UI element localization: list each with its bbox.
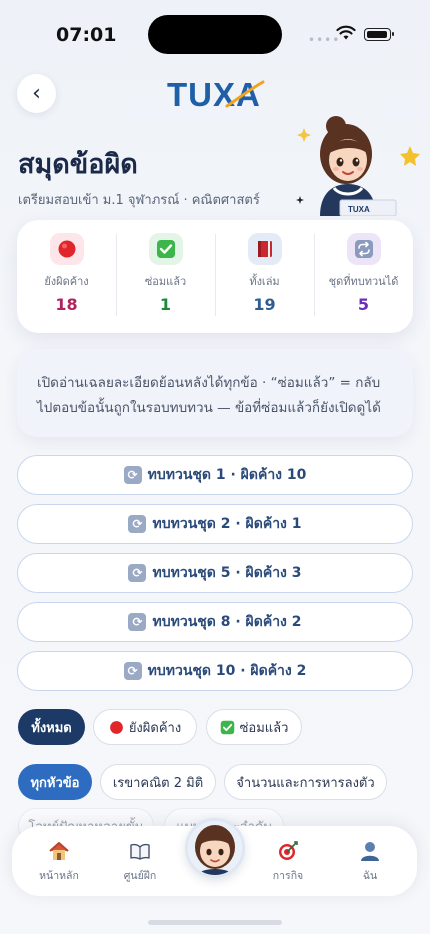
- open-book-icon: [130, 843, 150, 860]
- filter-chip-all[interactable]: ทั้งหมด: [18, 709, 85, 745]
- red-circle-icon: [109, 720, 124, 735]
- stat-label: ทั้งเล่ม: [249, 275, 280, 288]
- info-text: เปิดอ่านเฉลยละเอียดย้อนหลังได้ทุกข้อ · “…: [37, 375, 381, 416]
- star-icon: [400, 146, 420, 166]
- back-button[interactable]: ‹: [17, 74, 56, 113]
- repeat-icon: ⟳: [123, 662, 142, 680]
- book-icon: [247, 233, 282, 265]
- battery-icon: [364, 28, 394, 41]
- target-icon: [279, 841, 298, 860]
- stat-fixed: ซ่อมแล้ว 1: [116, 220, 215, 333]
- topic-chip-all[interactable]: ทุกหัวข้อ: [18, 764, 92, 800]
- stat-value: 18: [55, 295, 78, 314]
- review-set-button[interactable]: ⟳ ทบทวนชุด 8 · ผิดค้าง 2: [17, 602, 413, 642]
- nav-item-home[interactable]: หน้าหลัก: [29, 840, 89, 884]
- nav-item-me[interactable]: ฉัน: [340, 840, 400, 884]
- review-set-label: ทบทวนชุด 2 · ผิดค้าง 1: [152, 516, 302, 532]
- wifi-icon: [336, 25, 356, 40]
- sparkle-small-icon: [296, 196, 304, 204]
- topic-chip-divisibility[interactable]: จำนวนและการหารลงตัว: [224, 764, 387, 800]
- mascot-avatar-button[interactable]: [185, 818, 245, 878]
- review-set-label: ทบทวนชุด 1 · ผิดค้าง 10: [147, 467, 307, 483]
- repeat-icon: [346, 233, 381, 265]
- mascot-illustration: TUXA: [296, 116, 420, 216]
- stat-label: ซ่อมแล้ว: [144, 275, 187, 288]
- status-time: 07:01: [56, 24, 117, 46]
- stat-unresolved: ยังผิดค้าง 18: [17, 220, 116, 333]
- sparkle-icon: [297, 128, 311, 142]
- red-circle-icon: [49, 233, 84, 265]
- check-box-icon: [220, 720, 235, 735]
- mascot-book-label: TUXA: [348, 205, 370, 214]
- logo-swoosh-icon: [225, 80, 265, 108]
- house-icon: [49, 842, 69, 860]
- avatar: [188, 821, 242, 875]
- repeat-icon: ⟳: [128, 515, 147, 533]
- stat-total: ทั้งเล่ม 19: [215, 220, 314, 333]
- review-set-label: ทบทวนชุด 10 · ผิดค้าง 2: [147, 663, 307, 679]
- chevron-left-icon: ‹: [32, 81, 41, 106]
- review-set-button[interactable]: ⟳ ทบทวนชุด 2 · ผิดค้าง 1: [17, 504, 413, 544]
- nav-item-missions[interactable]: การกิจ: [258, 840, 318, 884]
- status-bar: 07:01 ••••: [0, 0, 430, 62]
- repeat-icon: ⟳: [128, 613, 147, 631]
- check-box-icon: [148, 233, 183, 265]
- review-set-button[interactable]: ⟳ ทบทวนชุด 5 · ผิดค้าง 3: [17, 553, 413, 593]
- stats-card: ยังผิดค้าง 18 ซ่อมแล้ว 1 ทั้งเล่ม 19 ชุด…: [17, 220, 413, 333]
- review-set-label: ทบทวนชุด 5 · ผิดค้าง 3: [152, 565, 302, 581]
- nav-item-practice[interactable]: ศูนย์ฝึก: [110, 840, 170, 884]
- filter-chip-unresolved[interactable]: ยังผิดค้าง: [93, 709, 197, 745]
- review-set-label: ทบทวนชุด 8 · ผิดค้าง 2: [152, 614, 302, 630]
- stat-label: ยังผิดค้าง: [44, 275, 89, 288]
- page-title: สมุดข้อผิด: [18, 149, 138, 180]
- info-card: เปิดอ่านเฉลยละเอียดย้อนหลังได้ทุกข้อ · “…: [17, 349, 413, 437]
- page-subtitle: เตรียมสอบเข้า ม.1 จุฬาภรณ์ · คณิตศาสตร์: [18, 193, 260, 208]
- repeat-icon: ⟳: [128, 564, 147, 582]
- repeat-icon: ⟳: [123, 466, 142, 484]
- stat-value: 5: [357, 295, 370, 314]
- stat-value: 19: [253, 295, 276, 314]
- stat-reviewable: ชุดที่ทบทวนได้ 5: [314, 220, 413, 333]
- topic-chip-geometry[interactable]: เรขาคณิต 2 มิติ: [100, 764, 216, 800]
- review-set-button[interactable]: ⟳ ทบทวนชุด 1 · ผิดค้าง 10: [17, 455, 413, 495]
- review-set-button[interactable]: ⟳ ทบทวนชุด 10 · ผิดค้าง 2: [17, 651, 413, 691]
- home-indicator: [148, 920, 282, 925]
- tuxa-logo: TUXA: [167, 76, 265, 114]
- stat-label: ชุดที่ทบทวนได้: [328, 275, 399, 288]
- filter-chip-fixed[interactable]: ซ่อมแล้ว: [206, 709, 302, 745]
- stat-value: 1: [159, 295, 172, 314]
- user-icon: [361, 842, 379, 861]
- dynamic-island: [148, 15, 282, 54]
